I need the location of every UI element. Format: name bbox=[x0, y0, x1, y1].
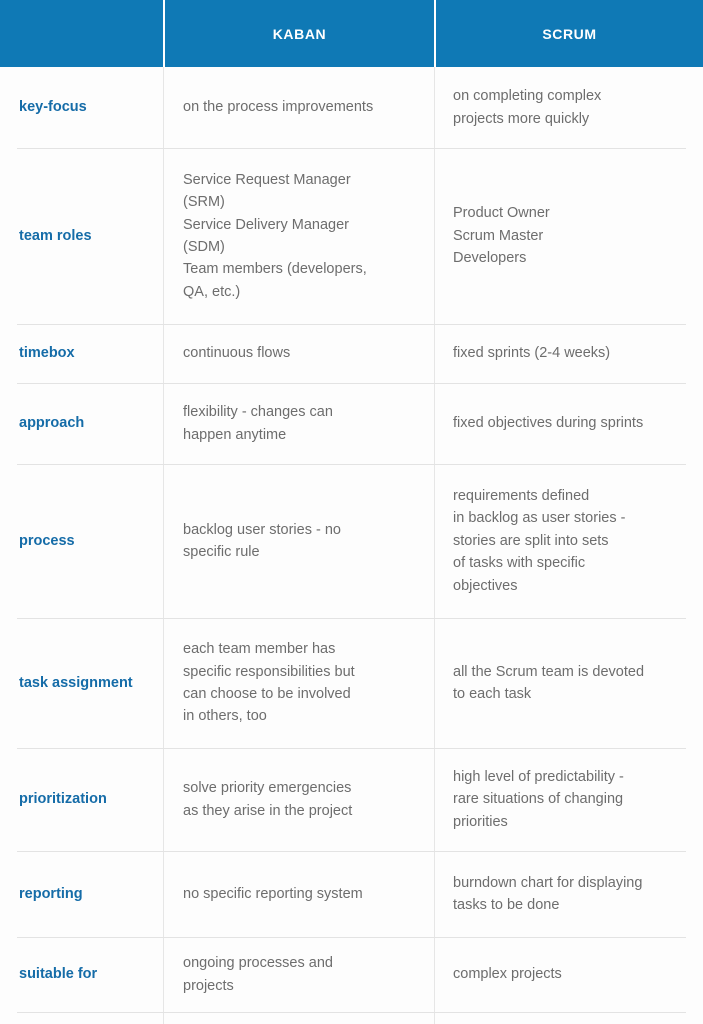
row-label-text: approach bbox=[19, 415, 85, 432]
cell-kaban-key-focus: on the process improvements bbox=[163, 67, 434, 148]
cell-scrum-suitable-for: complex projects bbox=[434, 937, 703, 1012]
cell-text: flexibility - changes can happen anytime bbox=[183, 404, 333, 443]
cell-text: no specific reporting system bbox=[183, 885, 363, 902]
row-label-text: team roles bbox=[19, 227, 92, 244]
cell-kaban-reporting: no specific reporting system bbox=[163, 851, 434, 937]
table-row: reporting no specific reporting system b… bbox=[0, 851, 703, 937]
cell-kaban-task-assignment: each team member has specific responsibi… bbox=[163, 618, 434, 748]
row-label-approach: approach bbox=[0, 383, 163, 464]
cell-text: continuous flows bbox=[183, 345, 291, 362]
cell-text: complex projects bbox=[453, 966, 562, 983]
row-label-team-roles: team roles bbox=[0, 148, 163, 324]
cell-text: backlog user stories - no specific rule bbox=[183, 521, 341, 560]
cell-kaban-timebox: continuous flows bbox=[163, 324, 434, 383]
cell-kaban-team-roles: Service Request Manager (SRM) Service De… bbox=[163, 148, 434, 324]
row-label-reporting: reporting bbox=[0, 851, 163, 937]
row-label-suitable-for: suitable for bbox=[0, 937, 163, 1012]
cell-kaban-process: backlog user stories - no specific rule bbox=[163, 464, 434, 618]
row-label-text: prioritization bbox=[19, 791, 107, 808]
cell-label-clipped bbox=[0, 1012, 163, 1024]
table-row: task assignment each team member has spe… bbox=[0, 618, 703, 748]
cell-scrum-process: requirements defined in backlog as user … bbox=[434, 464, 703, 618]
cell-text: on completing complex projects more quic… bbox=[453, 88, 602, 127]
comparison-table: KABAN SCRUM key-focus on the process imp… bbox=[0, 0, 703, 1024]
cell-scrum-timebox: fixed sprints (2-4 weeks) bbox=[434, 324, 703, 383]
table-header-row: KABAN SCRUM bbox=[0, 0, 703, 67]
cell-scrum-reporting: burndown chart for displaying tasks to b… bbox=[434, 851, 703, 937]
table-row-clipped bbox=[0, 1012, 703, 1024]
cell-text: Service Request Manager (SRM) Service De… bbox=[183, 171, 367, 300]
row-label-prioritization: prioritization bbox=[0, 748, 163, 851]
cell-text: high level of predictability - rare situ… bbox=[453, 768, 624, 830]
cell-text: each team member has specific responsibi… bbox=[183, 641, 355, 725]
table-header-cell-kaban: KABAN bbox=[163, 0, 434, 67]
table-row: approach flexibility - changes can happe… bbox=[0, 383, 703, 464]
table-header-cell-label bbox=[0, 0, 163, 67]
table-row: prioritization solve priority emergencie… bbox=[0, 748, 703, 851]
table-row: key-focus on the process improvements on… bbox=[0, 67, 703, 148]
cell-text: requirements defined in backlog as user … bbox=[453, 487, 626, 594]
cell-scrum-approach: fixed objectives during sprints bbox=[434, 383, 703, 464]
table-row: process backlog user stories - no specif… bbox=[0, 464, 703, 618]
cell-text: solve priority emergencies as they arise… bbox=[183, 780, 353, 819]
cell-text: on the process improvements bbox=[183, 99, 374, 116]
row-label-timebox: timebox bbox=[0, 324, 163, 383]
cell-kaban-prioritization: solve priority emergencies as they arise… bbox=[163, 748, 434, 851]
table-row: team roles Service Request Manager (SRM)… bbox=[0, 148, 703, 324]
cell-text: all the Scrum team is devoted to each ta… bbox=[453, 663, 645, 702]
cell-text: ongoing processes and projects bbox=[183, 955, 333, 994]
cell-scrum-clipped bbox=[434, 1012, 703, 1024]
cell-scrum-team-roles: Product Owner Scrum Master Developers bbox=[434, 148, 703, 324]
cell-kaban-approach: flexibility - changes can happen anytime bbox=[163, 383, 434, 464]
row-label-text: key-focus bbox=[19, 99, 87, 116]
row-label-text: timebox bbox=[19, 345, 75, 362]
cell-text: burndown chart for displaying tasks to b… bbox=[453, 874, 643, 913]
cell-scrum-task-assignment: all the Scrum team is devoted to each ta… bbox=[434, 618, 703, 748]
row-label-text: task assignment bbox=[19, 674, 133, 691]
table-row: timebox continuous flows fixed sprints (… bbox=[0, 324, 703, 383]
cell-kaban-clipped bbox=[163, 1012, 434, 1024]
row-label-text: suitable for bbox=[19, 966, 98, 983]
cell-text: Product Owner Scrum Master Developers bbox=[453, 205, 550, 267]
row-label-text: process bbox=[19, 532, 75, 549]
cell-text: fixed sprints (2-4 weeks) bbox=[453, 345, 611, 362]
row-label-key-focus: key-focus bbox=[0, 67, 163, 148]
cell-kaban-suitable-for: ongoing processes and projects bbox=[163, 937, 434, 1012]
table-body: key-focus on the process improvements on… bbox=[0, 67, 703, 1024]
row-label-process: process bbox=[0, 464, 163, 618]
row-label-task-assignment: task assignment bbox=[0, 618, 163, 748]
cell-text: fixed objectives during sprints bbox=[453, 415, 644, 432]
table-header-cell-scrum: SCRUM bbox=[434, 0, 703, 67]
row-label-text: reporting bbox=[19, 885, 83, 902]
table-row: suitable for ongoing processes and proje… bbox=[0, 937, 703, 1012]
cell-scrum-prioritization: high level of predictability - rare situ… bbox=[434, 748, 703, 851]
cell-scrum-key-focus: on completing complex projects more quic… bbox=[434, 67, 703, 148]
